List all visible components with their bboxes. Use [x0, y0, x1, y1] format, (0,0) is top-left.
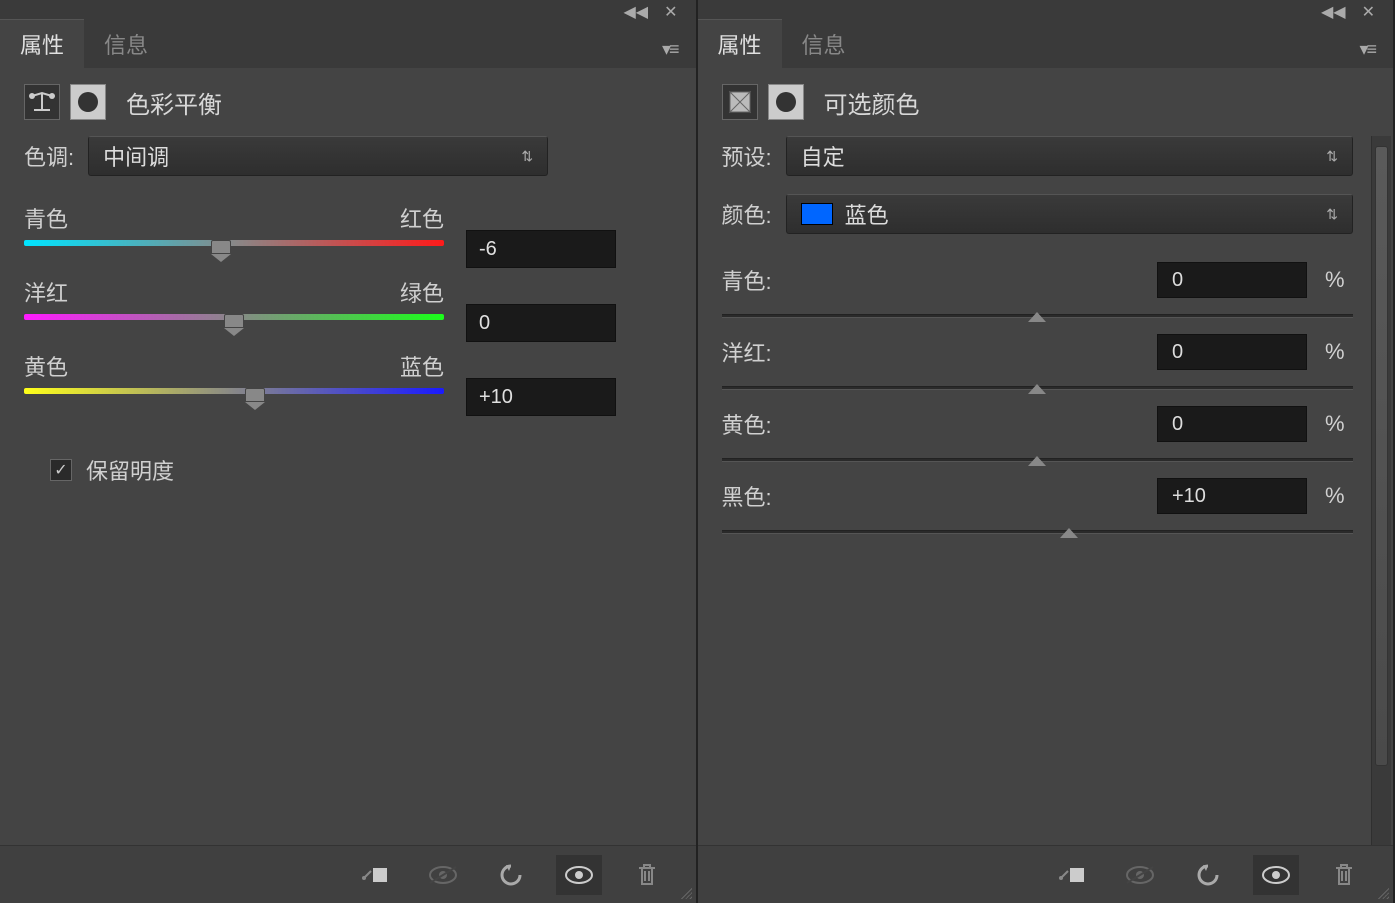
color-dropdown[interactable]: 蓝色 ⇅ [786, 194, 1353, 234]
scrollbar-thumb[interactable] [1375, 146, 1388, 766]
reset-icon[interactable] [488, 855, 534, 895]
tab-properties[interactable]: 属性 [698, 19, 782, 68]
color-chip [801, 203, 833, 225]
sc-label: 青色: [722, 264, 802, 296]
sc-value-input[interactable]: 0 [1157, 406, 1307, 442]
tone-dropdown[interactable]: 中间调 ⇅ [88, 136, 548, 176]
tab-info[interactable]: 信息 [84, 20, 168, 68]
adjustment-title: 色彩平衡 [126, 85, 222, 120]
slider-thumb[interactable] [211, 240, 231, 254]
sc-slider-thumb[interactable] [1028, 384, 1046, 398]
resize-grip[interactable] [1375, 885, 1389, 899]
sc-slider-track[interactable] [722, 386, 1354, 390]
slider-value-input[interactable]: 0 [466, 304, 616, 342]
tone-value: 中间调 [103, 140, 169, 172]
sc-label: 黄色: [722, 408, 802, 440]
sc-label: 洋红: [722, 336, 802, 368]
preset-dropdown[interactable]: 自定 ⇅ [786, 136, 1353, 176]
sc-slider-thumb[interactable] [1028, 456, 1046, 470]
percent-label: % [1325, 339, 1353, 365]
sc-slider-track[interactable] [722, 314, 1354, 318]
slider-track[interactable] [24, 240, 444, 246]
slider-value-input[interactable]: -6 [466, 230, 616, 268]
collapse-icon[interactable]: ◀◀ [1321, 2, 1346, 22]
view-previous-icon[interactable] [1117, 855, 1163, 895]
clip-to-layer-icon[interactable] [352, 855, 398, 895]
slider-right-label: 红色 [400, 202, 444, 234]
slider-right-label: 绿色 [400, 276, 444, 308]
selective-color-panel: ◀◀ ✕ 属性 信息 ▾≡ 可选颜色 预设: 自定 ⇅ 颜色: [698, 0, 1395, 903]
tabs: 属性 信息 ▾≡ [0, 24, 696, 68]
panel-menu-icon[interactable]: ▾≡ [1359, 39, 1393, 68]
percent-label: % [1325, 411, 1353, 437]
slider-thumb[interactable] [224, 314, 244, 328]
slider-track[interactable] [24, 314, 444, 320]
slider-track[interactable] [24, 388, 444, 394]
resize-grip[interactable] [678, 885, 692, 899]
percent-label: % [1325, 267, 1353, 293]
adjustment-title: 可选颜色 [824, 85, 920, 120]
preset-label: 预设: [722, 140, 772, 172]
slider-thumb[interactable] [245, 388, 265, 402]
layer-mask-icon[interactable] [70, 84, 106, 120]
sc-slider-track[interactable] [722, 458, 1354, 462]
selective-color-icon[interactable] [722, 84, 758, 120]
color-balance-panel: ◀◀ ✕ 属性 信息 ▾≡ 色彩平衡 色调: 中间调 ⇅ [0, 0, 698, 903]
scrollbar-track[interactable] [1371, 136, 1391, 845]
percent-label: % [1325, 483, 1353, 509]
toggle-visibility-icon[interactable] [1253, 855, 1299, 895]
sc-slider-track[interactable] [722, 530, 1354, 534]
tab-properties[interactable]: 属性 [0, 19, 84, 68]
close-icon[interactable]: ✕ [1362, 2, 1375, 22]
tone-label: 色调: [24, 140, 74, 172]
panel-body: 预设: 自定 ⇅ 颜色: 蓝色 ⇅ 青色: 0 % [698, 136, 1394, 845]
slider-left-label: 黄色 [24, 350, 68, 382]
chevron-updown-icon: ⇅ [1326, 148, 1338, 165]
color-label: 颜色: [722, 198, 772, 230]
color-balance-icon[interactable] [24, 84, 60, 120]
sc-value-input[interactable]: 0 [1157, 334, 1307, 370]
layer-mask-icon[interactable] [768, 84, 804, 120]
reset-icon[interactable] [1185, 855, 1231, 895]
sc-label: 黑色: [722, 480, 802, 512]
collapse-icon[interactable]: ◀◀ [623, 2, 648, 22]
preset-value: 自定 [801, 140, 845, 172]
chevron-updown-icon: ⇅ [521, 148, 533, 165]
slider-right-label: 蓝色 [400, 350, 444, 382]
toggle-visibility-icon[interactable] [556, 855, 602, 895]
preserve-luminosity-label: 保留明度 [86, 454, 174, 486]
slider-value-input[interactable]: +10 [466, 378, 616, 416]
sc-slider-thumb[interactable] [1028, 312, 1046, 326]
delete-icon[interactable] [1321, 855, 1367, 895]
view-previous-icon[interactable] [420, 855, 466, 895]
slider-left-label: 洋红 [24, 276, 68, 308]
panel-footer [698, 845, 1394, 903]
panel-menu-icon[interactable]: ▾≡ [662, 39, 696, 68]
clip-to-layer-icon[interactable] [1049, 855, 1095, 895]
slider-left-label: 青色 [24, 202, 68, 234]
adjustment-header: 色彩平衡 [0, 68, 696, 136]
close-icon[interactable]: ✕ [664, 2, 677, 22]
sc-value-input[interactable]: +10 [1157, 478, 1307, 514]
delete-icon[interactable] [624, 855, 670, 895]
panel-footer [0, 845, 696, 903]
tab-info[interactable]: 信息 [782, 20, 866, 68]
panel-body: 色调: 中间调 ⇅ 青色 红色 -6 洋红 绿色 [0, 136, 696, 845]
sc-value-input[interactable]: 0 [1157, 262, 1307, 298]
color-value: 蓝色 [845, 198, 889, 230]
chevron-updown-icon: ⇅ [1326, 206, 1338, 223]
sc-slider-thumb[interactable] [1060, 528, 1078, 542]
adjustment-header: 可选颜色 [698, 68, 1394, 136]
preserve-luminosity-checkbox[interactable]: ✓ [50, 459, 72, 481]
tabs: 属性 信息 ▾≡ [698, 24, 1394, 68]
